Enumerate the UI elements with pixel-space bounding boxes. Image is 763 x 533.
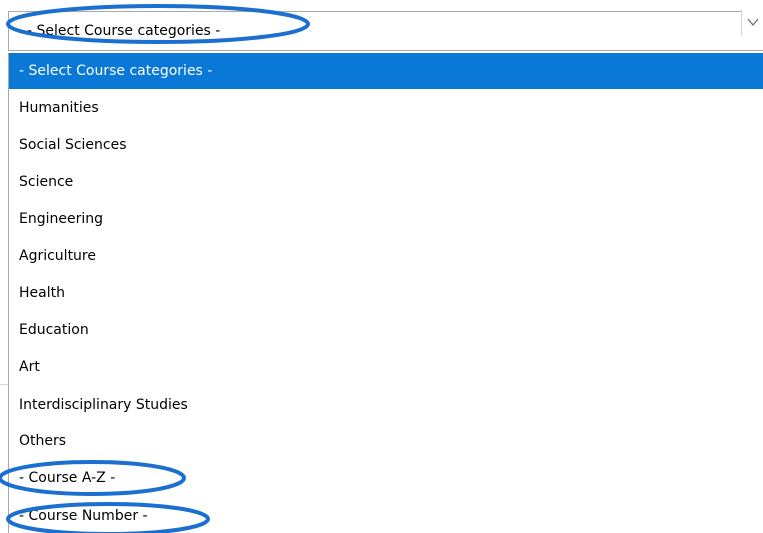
select-current-value: - Select Course categories - xyxy=(27,23,221,39)
option-education[interactable]: Education xyxy=(9,312,763,348)
option-course-a-z[interactable]: - Course A-Z - xyxy=(9,460,763,496)
dropdown-toggle-button[interactable] xyxy=(741,10,763,35)
course-category-select[interactable]: - Select Course categories - xyxy=(8,11,763,51)
background-divider xyxy=(0,384,8,385)
option-others[interactable]: Others xyxy=(9,423,763,459)
course-category-options-list: - Select Course categories - Humanities … xyxy=(8,53,763,533)
option-course-number[interactable]: - Course Number - xyxy=(9,498,763,533)
option-interdisciplinary-studies[interactable]: Interdisciplinary Studies xyxy=(9,387,763,423)
option-science[interactable]: Science xyxy=(9,164,763,200)
option-agriculture[interactable]: Agriculture xyxy=(9,238,763,274)
option-art[interactable]: Art xyxy=(9,349,763,385)
course-category-page: - Select Course categories - - Select Co… xyxy=(0,0,763,533)
chevron-down-icon xyxy=(747,18,759,27)
option-select-course-categories[interactable]: - Select Course categories - xyxy=(9,53,763,89)
option-humanities[interactable]: Humanities xyxy=(9,90,763,126)
option-social-sciences[interactable]: Social Sciences xyxy=(9,127,763,163)
option-health[interactable]: Health xyxy=(9,275,763,311)
option-engineering[interactable]: Engineering xyxy=(9,201,763,237)
